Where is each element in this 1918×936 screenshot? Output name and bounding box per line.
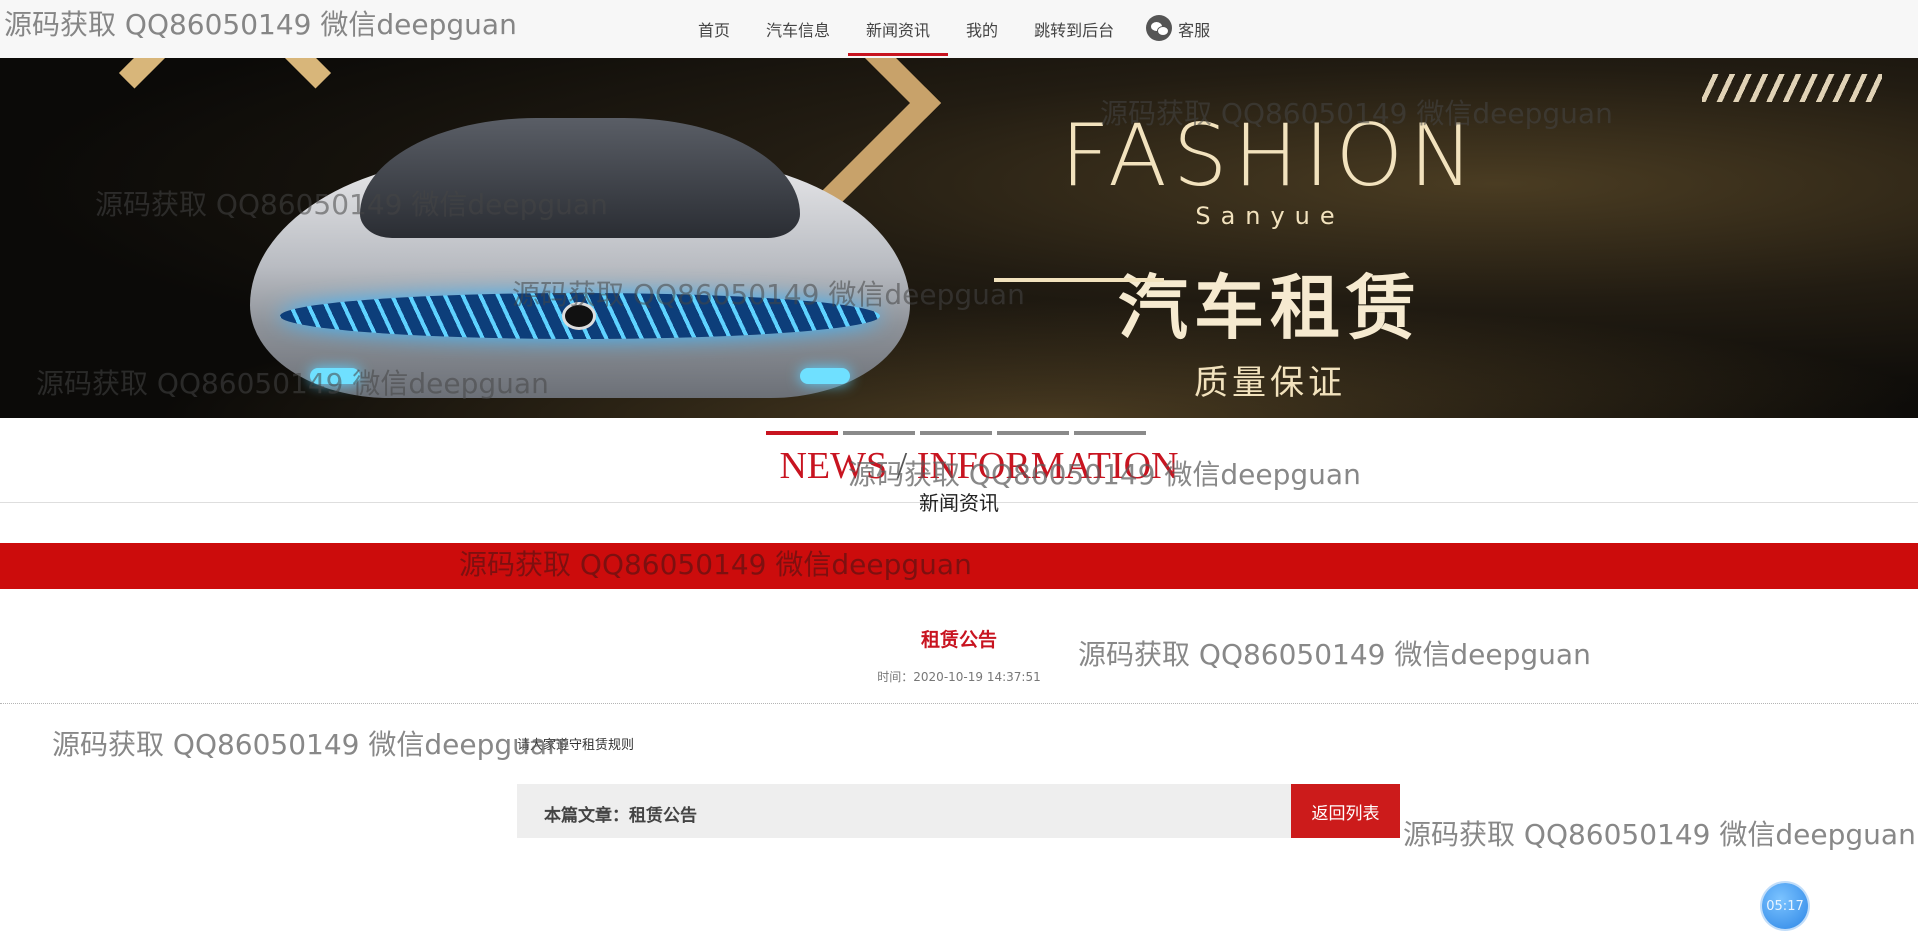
top-nav-bar: 首页 汽车信息 新闻资讯 我的 跳转到后台 客服 — [0, 0, 1918, 58]
nav-item-news[interactable]: 新闻资讯 — [848, 0, 949, 58]
section-tab[interactable] — [843, 431, 915, 435]
nav-item-customer-service[interactable]: 客服 — [1132, 0, 1228, 58]
timer-badge[interactable]: 05:17 — [1762, 883, 1808, 929]
banner-tagline: 质量保证 — [1194, 363, 1346, 403]
section-title-separator: / — [887, 445, 917, 487]
watermark-text: 源码获取 QQ86050149 微信deepguan — [1403, 818, 1916, 851]
nav-item-car-info[interactable]: 汽车信息 — [748, 0, 848, 58]
back-to-list-button[interactable]: 返回列表 — [1291, 784, 1400, 838]
time-label: 时间： — [877, 670, 914, 684]
article-timestamp: 时间：2020-10-19 14:37:51 — [0, 668, 1918, 685]
section-title-news: NEWS — [779, 445, 888, 487]
section-tab[interactable] — [997, 431, 1069, 435]
section-tab[interactable] — [1074, 431, 1146, 435]
current-article-label: 本篇文章：租赁公告 — [544, 806, 697, 826]
car-image — [250, 118, 910, 408]
article-body: 请大家遵守租赁规则 — [517, 738, 635, 753]
section-title-en: NEWS / INFORMATION — [0, 443, 1918, 489]
watermark-text: 源码获取 QQ86050149 微信deepguan — [52, 728, 565, 761]
time-value: 2020-10-19 14:37:51 — [913, 670, 1041, 684]
red-banner-band — [0, 543, 1918, 589]
section-title-information: INFORMATION — [916, 445, 1179, 487]
section-tabs — [766, 431, 1146, 435]
wechat-icon — [1146, 15, 1173, 41]
nav-item-admin[interactable]: 跳转到后台 — [1016, 0, 1132, 58]
banner-text: FASHION Sanyue 汽车租赁 质量保证 — [990, 108, 1550, 404]
section-tab[interactable] — [920, 431, 992, 435]
hero-banner: FASHION Sanyue 汽车租赁 质量保证 — [0, 58, 1918, 418]
nav-item-mine[interactable]: 我的 — [948, 0, 1016, 58]
section-tab[interactable] — [766, 431, 838, 435]
banner-main-text: 汽车租赁 — [1118, 267, 1422, 349]
nav-item-label: 我的 — [966, 21, 999, 40]
nav-item-label: 客服 — [1178, 21, 1211, 40]
nav-item-label: 新闻资讯 — [866, 21, 931, 40]
section-title-cn: 新闻资讯 — [919, 491, 999, 515]
nav-item-label: 汽车信息 — [766, 21, 831, 40]
nav-item-label: 跳转到后台 — [1034, 21, 1115, 40]
banner-subline: Sanyue — [1195, 202, 1345, 230]
main-nav: 首页 汽车信息 新闻资讯 我的 跳转到后台 客服 — [680, 0, 1228, 58]
article-footer-bar: 本篇文章：租赁公告 返回列表 — [517, 784, 1400, 838]
article-title: 租赁公告 — [920, 629, 997, 651]
decorative-stripes — [1702, 74, 1882, 102]
nav-item-label: 首页 — [698, 21, 731, 40]
nav-item-home[interactable]: 首页 — [680, 0, 748, 58]
banner-rule — [994, 278, 1164, 282]
banner-headline: FASHION — [1060, 106, 1480, 206]
divider — [0, 703, 1918, 704]
